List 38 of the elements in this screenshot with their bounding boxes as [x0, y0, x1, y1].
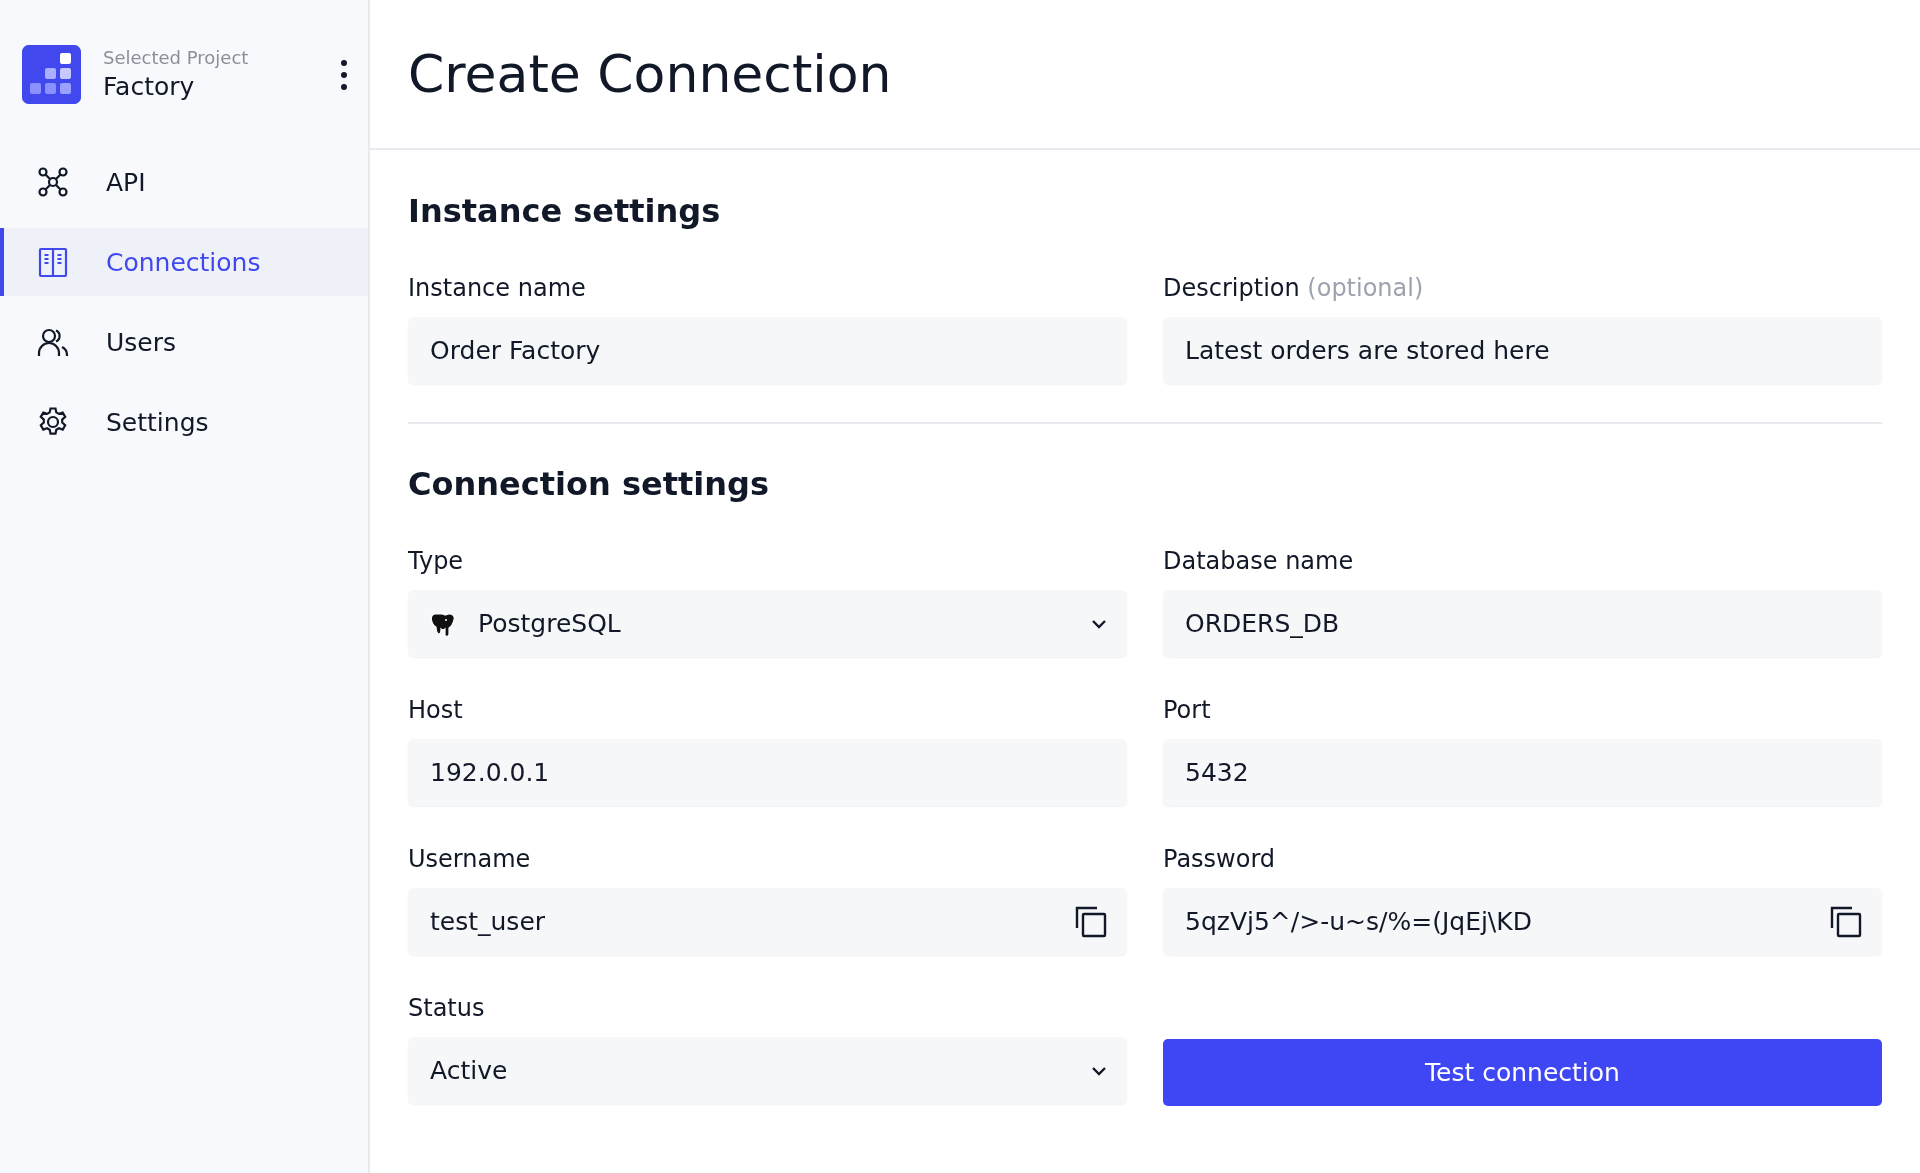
chevron-down-icon — [1091, 1065, 1107, 1076]
input-field[interactable]: Latest orders are stored here — [1163, 317, 1882, 384]
input-field[interactable]: test_user — [408, 888, 1127, 955]
section-heading: Instance settings — [408, 191, 722, 231]
field-label: Description (optional) — [1163, 273, 1425, 303]
field-label: Database name — [1163, 546, 1355, 576]
project-caption: Selected Project — [103, 45, 250, 70]
users-icon — [37, 326, 69, 358]
field-label: Type — [408, 546, 465, 576]
nav-item[interactable]: Connections — [0, 228, 368, 296]
project-name: Factory — [103, 70, 196, 103]
network-icon — [37, 166, 69, 198]
copy-icon[interactable] — [1830, 905, 1862, 938]
test-connection-button[interactable]: Test connection — [1163, 1039, 1882, 1106]
settings-icon — [37, 406, 69, 438]
field-label: Instance name — [408, 273, 587, 303]
field-label: Host — [408, 695, 464, 725]
nav-item[interactable]: Settings — [0, 388, 368, 456]
section-heading: Connection settings — [408, 464, 770, 504]
input-field[interactable]: 5qzVj5^/>-u~s/%=(JqEj\KD — [1163, 888, 1882, 955]
logo-icon — [22, 45, 81, 104]
field-label: Username — [408, 844, 532, 874]
input-field[interactable]: 192.0.0.1 — [408, 739, 1127, 806]
input-field[interactable]: ORDERS_DB — [1163, 590, 1882, 657]
input-field[interactable]: 5432 — [1163, 739, 1882, 806]
input-field[interactable]: Order Factory — [408, 317, 1127, 384]
dropdown[interactable]: Active — [408, 1037, 1127, 1104]
field-label: Port — [1163, 695, 1212, 725]
page-title: Create Connection — [408, 44, 892, 104]
dropdown[interactable]: PostgreSQL — [408, 590, 1127, 657]
nav-item[interactable]: API — [0, 148, 368, 216]
copy-icon[interactable] — [1075, 905, 1107, 938]
field-label: Status — [408, 993, 486, 1023]
more-options-icon[interactable] — [338, 57, 350, 92]
field-label: Password — [1163, 844, 1277, 874]
nav-item[interactable]: Users — [0, 308, 368, 376]
chevron-down-icon — [1091, 618, 1107, 629]
book-icon — [37, 246, 69, 278]
